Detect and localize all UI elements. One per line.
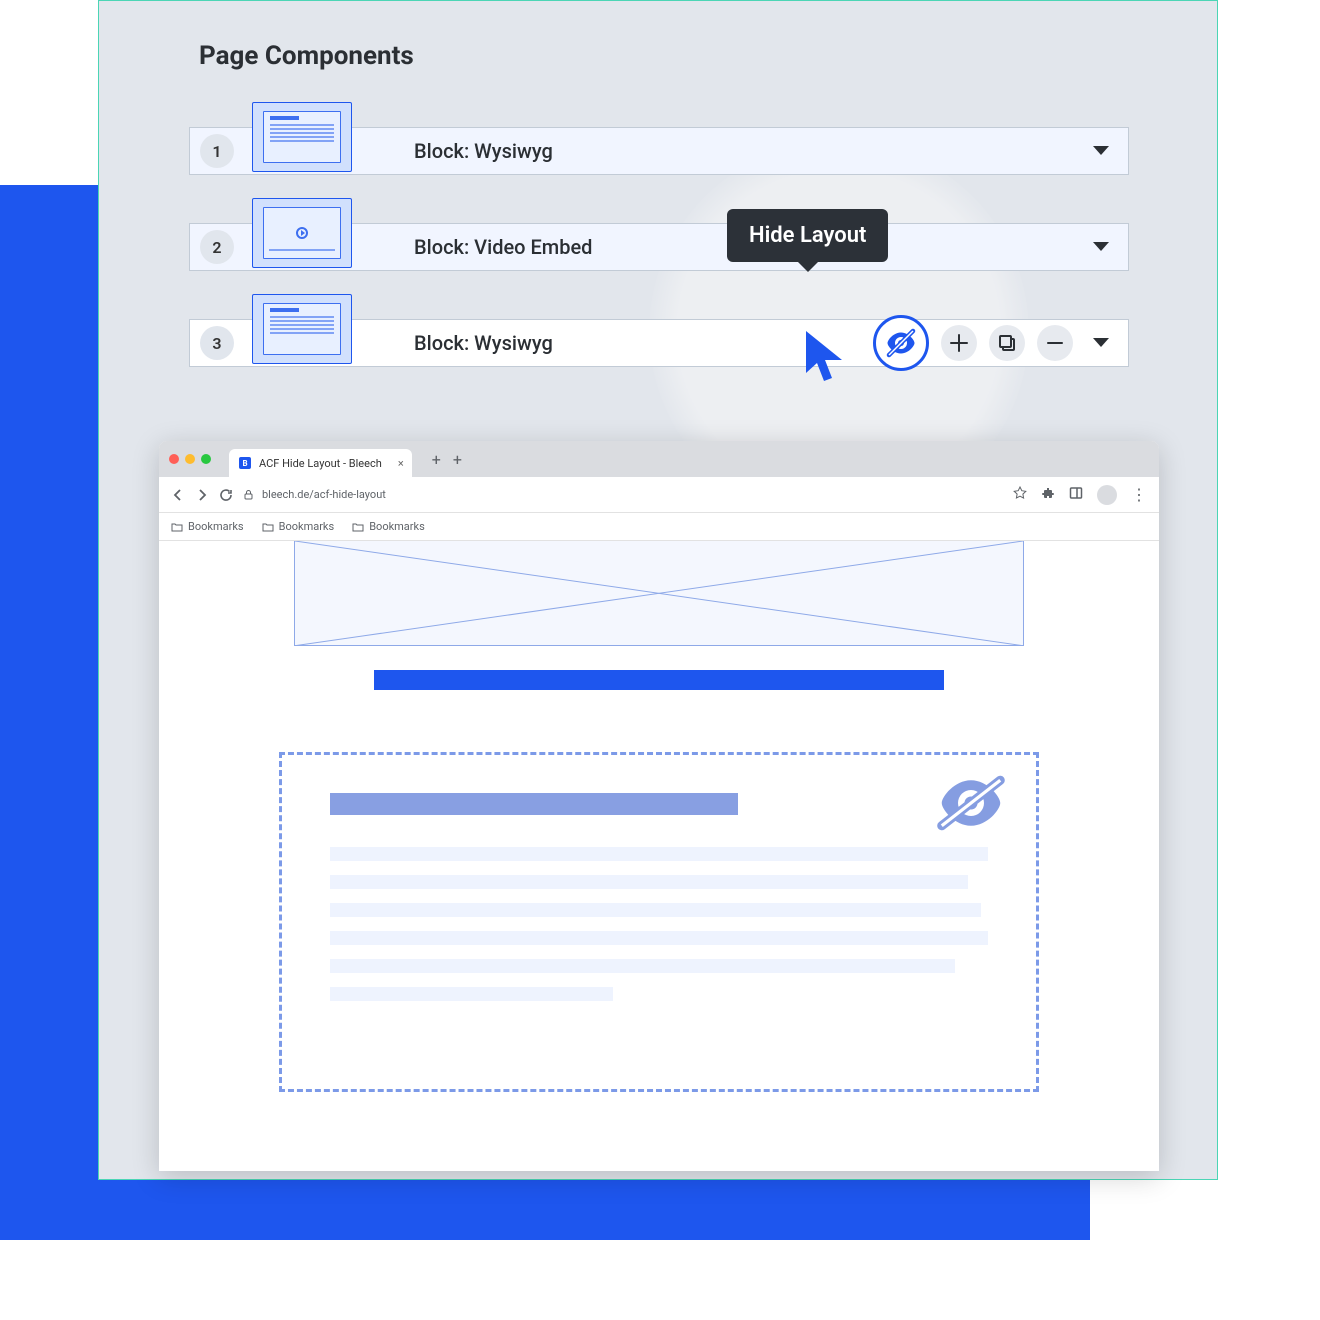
bookmark-folder[interactable]: Bookmarks bbox=[171, 520, 244, 533]
component-row[interactable]: 1 Block: Wysiwyg bbox=[189, 127, 1129, 175]
menu-button[interactable]: ⋮ bbox=[1131, 485, 1147, 504]
browser-window: B ACF Hide Layout - Bleech × + + bleech.… bbox=[159, 441, 1159, 1171]
folder-icon bbox=[171, 522, 183, 532]
text-line-placeholder bbox=[330, 987, 613, 1001]
hidden-layout-preview bbox=[279, 752, 1039, 1092]
hidden-block-title-bar bbox=[330, 793, 738, 815]
new-tab-button[interactable]: + bbox=[432, 450, 441, 469]
remove-button[interactable] bbox=[1037, 325, 1073, 361]
row-thumbnail-video bbox=[252, 198, 352, 268]
new-tab-button[interactable]: + bbox=[453, 450, 462, 469]
bookmark-star-icon[interactable] bbox=[1013, 485, 1027, 504]
forward-button[interactable] bbox=[195, 488, 209, 502]
row-label: Block: Wysiwyg bbox=[414, 331, 553, 355]
hide-layout-tooltip: Hide Layout bbox=[727, 209, 888, 262]
window-controls[interactable] bbox=[169, 454, 211, 464]
address-bar[interactable]: bleech.de/acf-hide-layout bbox=[243, 488, 1003, 501]
eye-slash-icon bbox=[883, 325, 919, 361]
copy-icon bbox=[998, 334, 1016, 352]
eye-slash-icon bbox=[932, 773, 1010, 837]
url-text: bleech.de/acf-hide-layout bbox=[262, 488, 386, 501]
plus-icon bbox=[950, 334, 968, 352]
text-line-placeholder bbox=[330, 959, 955, 973]
tab-close-icon[interactable]: × bbox=[398, 457, 404, 470]
lock-icon bbox=[243, 489, 254, 500]
expand-icon[interactable] bbox=[1092, 145, 1110, 157]
profile-avatar[interactable] bbox=[1097, 485, 1117, 505]
window-maximize-icon[interactable] bbox=[201, 454, 211, 464]
page-viewport bbox=[159, 541, 1159, 1171]
page-components-heading: Page Components bbox=[199, 41, 414, 71]
component-row-active[interactable]: 3 Block: Wysiwyg bbox=[189, 319, 1129, 367]
folder-icon bbox=[262, 522, 274, 532]
new-tab-buttons: + + bbox=[432, 450, 462, 469]
tab-title: ACF Hide Layout - Bleech bbox=[259, 457, 382, 470]
text-line-placeholder bbox=[330, 931, 988, 945]
editor-panel: Page Components 1 Block: Wysiwyg 2 bbox=[98, 0, 1218, 1180]
component-row[interactable]: 2 Block: Video Embed bbox=[189, 223, 1129, 271]
row-action-bar bbox=[873, 315, 1073, 371]
bookmark-folder[interactable]: Bookmarks bbox=[262, 520, 335, 533]
duplicate-button[interactable] bbox=[989, 325, 1025, 361]
text-line-placeholder bbox=[330, 875, 968, 889]
component-rows: 1 Block: Wysiwyg 2 Block: Video Emb bbox=[189, 79, 1129, 367]
expand-icon[interactable] bbox=[1092, 337, 1110, 349]
hero-image-placeholder bbox=[294, 541, 1024, 646]
window-close-icon[interactable] bbox=[169, 454, 179, 464]
browser-toolbar: bleech.de/acf-hide-layout ⋮ bbox=[159, 477, 1159, 513]
back-button[interactable] bbox=[171, 488, 185, 502]
expand-icon[interactable] bbox=[1092, 241, 1110, 253]
row-label: Block: Video Embed bbox=[414, 235, 592, 259]
cursor-pointer-icon bbox=[802, 329, 850, 393]
text-line-placeholder bbox=[330, 903, 981, 917]
favicon: B bbox=[239, 457, 251, 469]
row-label: Block: Wysiwyg bbox=[414, 139, 553, 163]
text-line-placeholder bbox=[330, 847, 988, 861]
browser-tab-strip: B ACF Hide Layout - Bleech × + + bbox=[159, 441, 1159, 477]
window-minimize-icon[interactable] bbox=[185, 454, 195, 464]
extensions-icon[interactable] bbox=[1041, 485, 1055, 504]
hide-layout-button[interactable] bbox=[873, 315, 929, 371]
add-button[interactable] bbox=[941, 325, 977, 361]
page-title-bar bbox=[374, 670, 944, 690]
browser-tab[interactable]: B ACF Hide Layout - Bleech × bbox=[229, 449, 412, 477]
bookmarks-bar: Bookmarks Bookmarks Bookmarks bbox=[159, 513, 1159, 541]
row-number-badge: 2 bbox=[200, 230, 234, 264]
row-thumbnail-text bbox=[252, 102, 352, 172]
row-thumbnail-text bbox=[252, 294, 352, 364]
panel-icon[interactable] bbox=[1069, 485, 1083, 504]
row-number-badge: 3 bbox=[200, 326, 234, 360]
reload-button[interactable] bbox=[219, 488, 233, 502]
bookmark-folder[interactable]: Bookmarks bbox=[352, 520, 425, 533]
row-number-badge: 1 bbox=[200, 134, 234, 168]
minus-icon bbox=[1046, 334, 1064, 352]
folder-icon bbox=[352, 522, 364, 532]
